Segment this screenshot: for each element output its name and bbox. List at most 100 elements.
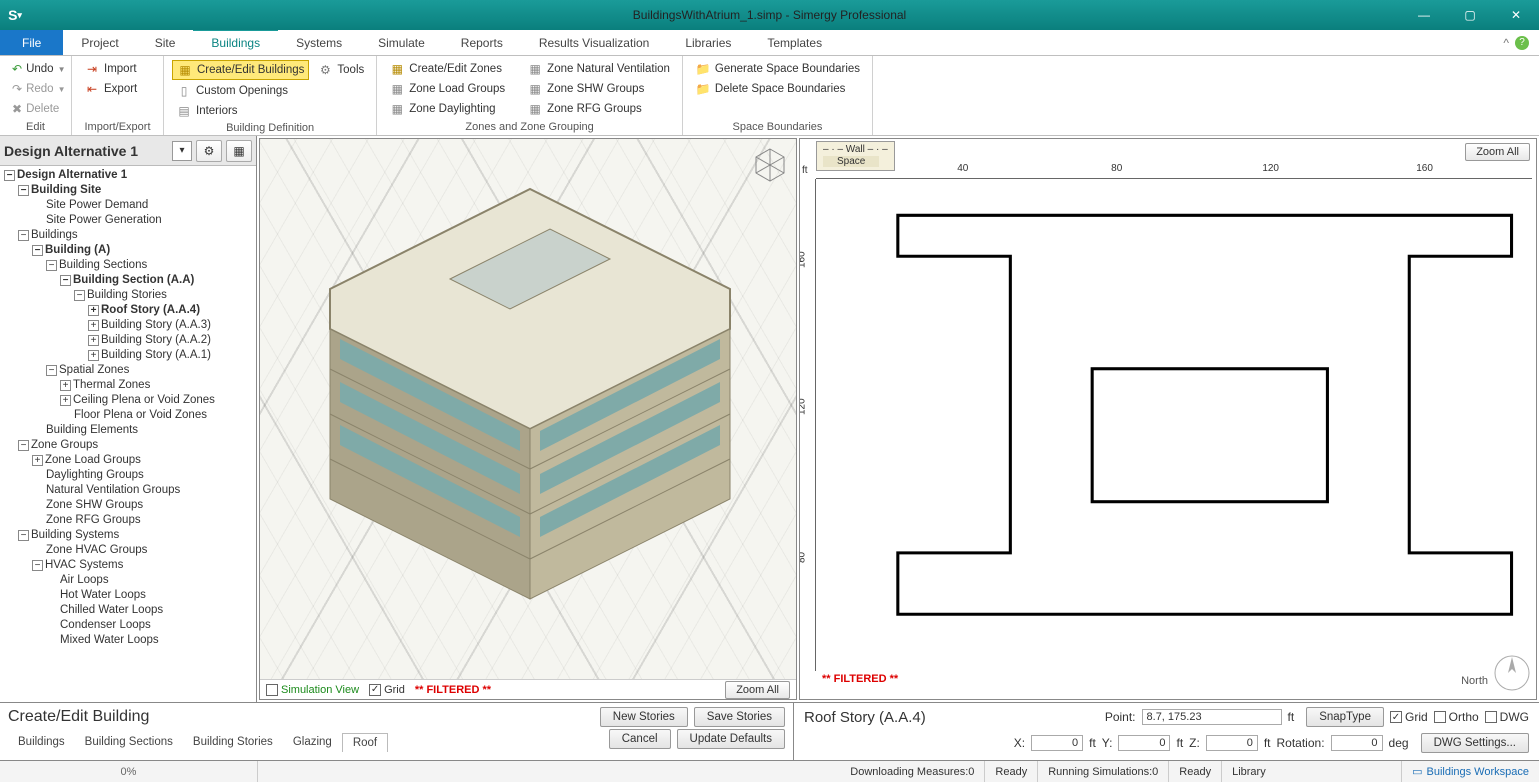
redo-button[interactable]: ↷Redo ▼ xyxy=(8,80,63,98)
menu-results[interactable]: Results Visualization xyxy=(521,30,668,55)
tree-item[interactable]: Daylighting Groups xyxy=(0,468,256,483)
zone-shw-groups-button[interactable]: ▦Zone SHW Groups xyxy=(523,80,674,98)
export-button[interactable]: ⇤Export xyxy=(80,80,155,98)
expand-icon[interactable]: + xyxy=(88,350,99,361)
collapse-icon[interactable]: − xyxy=(18,440,29,451)
tree-item[interactable]: Zone SHW Groups xyxy=(0,498,256,513)
tab-sections[interactable]: Building Sections xyxy=(75,733,183,752)
delete-button[interactable]: ✖Delete xyxy=(8,100,63,118)
collapse-icon[interactable]: − xyxy=(18,230,29,241)
view-cube-icon[interactable] xyxy=(750,145,790,185)
interiors-button[interactable]: ▤Interiors xyxy=(172,102,368,120)
collapse-icon[interactable]: − xyxy=(46,365,57,376)
building-3d-model xyxy=(270,159,770,619)
dwg-checkbox[interactable] xyxy=(1485,711,1497,723)
rotation-field[interactable]: 0 xyxy=(1331,735,1383,751)
collapse-icon[interactable]: − xyxy=(46,260,57,271)
status-ready1: Ready xyxy=(985,761,1038,782)
design-alternative-dropdown[interactable]: ▾ xyxy=(172,141,192,161)
tree-item[interactable]: Zone RFG Groups xyxy=(0,513,256,528)
tools-button[interactable]: ⚙Tools xyxy=(313,60,368,80)
menu-reports[interactable]: Reports xyxy=(443,30,521,55)
menu-systems[interactable]: Systems xyxy=(278,30,360,55)
import-button[interactable]: ⇥Import xyxy=(80,60,155,78)
tab-stories[interactable]: Building Stories xyxy=(183,733,283,752)
zone-rfg-groups-button[interactable]: ▦Zone RFG Groups xyxy=(523,100,674,118)
dwg-settings-button[interactable]: DWG Settings... xyxy=(1421,733,1529,753)
zone-load-groups-button[interactable]: ▦Zone Load Groups xyxy=(385,80,509,98)
import-icon: ⇥ xyxy=(84,61,100,77)
generate-space-boundaries-button[interactable]: 📁Generate Space Boundaries xyxy=(691,60,864,78)
tree-item[interactable]: Floor Plena or Void Zones xyxy=(0,408,256,423)
tree-item[interactable]: Chilled Water Loops xyxy=(0,603,256,618)
tree-item[interactable]: Natural Ventilation Groups xyxy=(0,483,256,498)
create-edit-buildings-button[interactable]: ▦Create/Edit Buildings xyxy=(172,60,309,80)
rfg-icon: ▦ xyxy=(527,101,543,117)
custom-openings-button[interactable]: ▯Custom Openings xyxy=(172,82,368,100)
zone-daylighting-button[interactable]: ▦Zone Daylighting xyxy=(385,100,509,118)
building-icon: ▦ xyxy=(177,62,193,78)
workspace-link[interactable]: ▭Buildings Workspace xyxy=(1402,765,1539,778)
grid-checkbox-2d[interactable]: ✓ xyxy=(1390,711,1402,723)
collapse-icon[interactable]: − xyxy=(18,530,29,541)
tab-buildings[interactable]: Buildings xyxy=(8,733,75,752)
zoom-all-button[interactable]: Zoom All xyxy=(725,681,790,699)
tree-item[interactable]: Condenser Loops xyxy=(0,618,256,633)
snaptype-button[interactable]: SnapType xyxy=(1306,707,1384,727)
minimize-button[interactable]: — xyxy=(1401,0,1447,30)
tab-roof[interactable]: Roof xyxy=(342,733,388,752)
close-button[interactable]: ✕ xyxy=(1493,0,1539,30)
menu-site[interactable]: Site xyxy=(137,30,194,55)
y-field[interactable]: 0 xyxy=(1118,735,1170,751)
expand-icon[interactable]: + xyxy=(88,335,99,346)
expand-icon[interactable]: + xyxy=(88,305,99,316)
expand-icon[interactable]: + xyxy=(32,455,43,466)
tree-item[interactable]: Building Elements xyxy=(0,423,256,438)
tree-item[interactable]: Site Power Demand xyxy=(0,198,256,213)
tree-item[interactable]: Hot Water Loops xyxy=(0,588,256,603)
z-field[interactable]: 0 xyxy=(1206,735,1258,751)
expand-icon[interactable]: + xyxy=(60,380,71,391)
zoom-all-button-2d[interactable]: Zoom All xyxy=(1465,143,1530,161)
save-stories-button[interactable]: Save Stories xyxy=(694,707,785,727)
collapse-icon[interactable]: − xyxy=(74,290,85,301)
tree-item[interactable]: Mixed Water Loops xyxy=(0,633,256,648)
collapse-icon[interactable]: − xyxy=(60,275,71,286)
tree-item[interactable]: Zone HVAC Groups xyxy=(0,543,256,558)
expand-icon[interactable]: + xyxy=(88,320,99,331)
grid-toggle-button[interactable]: ▦ xyxy=(226,140,252,162)
collapse-icon[interactable]: − xyxy=(4,170,15,181)
menu-simulate[interactable]: Simulate xyxy=(360,30,443,55)
zone-natural-ventilation-button[interactable]: ▦Zone Natural Ventilation xyxy=(523,60,674,78)
create-edit-zones-button[interactable]: ▦Create/Edit Zones xyxy=(385,60,509,78)
3d-view[interactable]: Simulation View ✓Grid ** FILTERED ** Zoo… xyxy=(259,138,797,700)
status-bar: 0% Downloading Measures:0 Ready Running … xyxy=(0,760,1539,782)
collapse-icon[interactable]: − xyxy=(18,185,29,196)
help-icon[interactable]: ? xyxy=(1515,36,1529,50)
project-tree[interactable]: −Design Alternative 1 −Building Site Sit… xyxy=(0,166,256,702)
tab-glazing[interactable]: Glazing xyxy=(283,733,342,752)
menu-templates[interactable]: Templates xyxy=(749,30,840,55)
ortho-checkbox[interactable] xyxy=(1434,711,1446,723)
undo-button[interactable]: ↶Undo ▼ xyxy=(8,60,63,78)
ribbon-collapse-icon[interactable]: ^ xyxy=(1503,36,1509,50)
collapse-icon[interactable]: − xyxy=(32,560,43,571)
menu-file[interactable]: File xyxy=(0,30,63,55)
simulation-view-checkbox[interactable] xyxy=(266,684,278,696)
new-stories-button[interactable]: New Stories xyxy=(600,707,688,727)
menu-project[interactable]: Project xyxy=(63,30,136,55)
delete-space-boundaries-button[interactable]: 📁Delete Space Boundaries xyxy=(691,80,864,98)
menu-libraries[interactable]: Libraries xyxy=(667,30,749,55)
collapse-icon[interactable]: − xyxy=(32,245,43,256)
x-field[interactable]: 0 xyxy=(1031,735,1083,751)
menu-buildings[interactable]: Buildings xyxy=(193,29,278,55)
expand-icon[interactable]: + xyxy=(60,395,71,406)
ribbon: ↶Undo ▼ ↷Redo ▼ ✖Delete Edit ⇥Import ⇤Ex… xyxy=(0,56,1539,136)
2d-plan-view[interactable]: – · – Wall – · – Space Zoom All ft 40 80… xyxy=(799,138,1537,700)
tree-item[interactable]: Air Loops xyxy=(0,573,256,588)
maximize-button[interactable]: ▢ xyxy=(1447,0,1493,30)
grid-checkbox[interactable]: ✓ xyxy=(369,684,381,696)
settings-button[interactable]: ⚙ xyxy=(196,140,222,162)
point-field[interactable]: 8.7, 175.23 xyxy=(1142,709,1282,725)
tree-item[interactable]: Site Power Generation xyxy=(0,213,256,228)
